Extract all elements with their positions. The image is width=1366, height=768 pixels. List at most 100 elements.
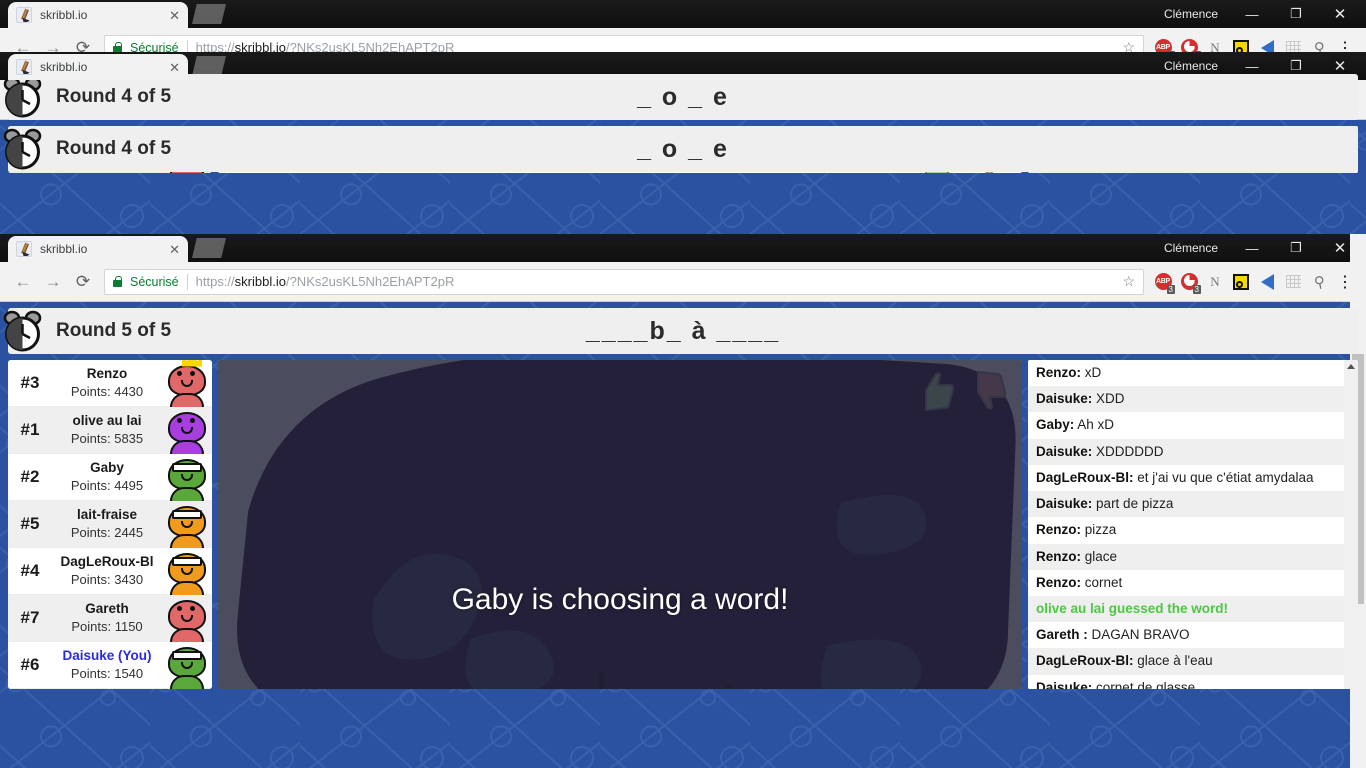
player-name: olive au lai bbox=[72, 413, 142, 429]
grid-extension-icon[interactable] bbox=[1280, 267, 1306, 297]
player-rank: #7 bbox=[20, 608, 40, 627]
chat-scrollbar[interactable] bbox=[1344, 360, 1358, 689]
table-row[interactable]: #2 Gaby Points: 4495 bbox=[8, 454, 212, 501]
player-list: #3 Renzo Points: 4430 #1 olive au lai Po… bbox=[8, 360, 212, 689]
avatar[interactable] bbox=[162, 454, 212, 501]
forward-icon[interactable]: → bbox=[38, 267, 68, 297]
titlebar-front[interactable]: skribbl.io ✕ Clémence — ❐ ✕ bbox=[0, 234, 1366, 262]
round-label: Round 4 of 5 bbox=[56, 138, 172, 159]
new-tab-button[interactable] bbox=[192, 238, 226, 258]
round-label: Round 4 of 5 bbox=[56, 86, 172, 107]
list-item: Daisuke: cornet de glasse bbox=[1028, 674, 1344, 689]
ghostery-icon[interactable]: 3 bbox=[1176, 267, 1202, 297]
browser-window-front[interactable]: skribbl.io ✕ Clémence — ❐ ✕ ← → ⟳ Sécuri… bbox=[0, 234, 1366, 768]
close-tab-icon[interactable]: ✕ bbox=[169, 243, 180, 256]
alarm-clock-icon bbox=[0, 126, 52, 172]
close-tab-icon[interactable]: ✕ bbox=[169, 9, 180, 22]
game-body-front: #3 Renzo Points: 4430 #1 olive au lai Po… bbox=[8, 360, 1358, 689]
titlebar-back[interactable]: skribbl.io ✕ Clémence — ❐ ✕ bbox=[0, 0, 1366, 28]
list-item: DagLeRoux-Bl: glace à l'eau bbox=[1028, 648, 1344, 675]
player-name: Gareth bbox=[85, 601, 129, 617]
chat-panel[interactable]: Renzo: xD Daisuke: XDD Gaby: Ah xD Daisu… bbox=[1028, 360, 1358, 689]
minimize-button[interactable]: — bbox=[1230, 234, 1274, 262]
secure-label: Sécurisé bbox=[130, 274, 179, 289]
table-row[interactable]: #5 lait-fraise Points: 2445 bbox=[8, 501, 212, 548]
list-item: Daisuke: part de pizza bbox=[1028, 491, 1344, 518]
browser-tab[interactable]: skribbl.io ✕ bbox=[8, 54, 188, 80]
player-name: Renzo bbox=[86, 366, 128, 382]
word-hint: ____b_ à ____ bbox=[585, 316, 781, 345]
address-bar[interactable]: Sécurisé https://skribbl.io/?NKs2usKL5Nh… bbox=[104, 268, 1144, 295]
toolbar-front[interactable]: ← → ⟳ Sécurisé https://skribbl.io/?NKs2u… bbox=[0, 262, 1366, 302]
blue-arrow-extension-icon[interactable] bbox=[1254, 267, 1280, 297]
player-points: Points: 1540 bbox=[70, 666, 144, 681]
reload-icon[interactable]: ⟳ bbox=[68, 267, 98, 297]
window-user-label[interactable]: Clémence bbox=[1164, 7, 1218, 21]
minimize-button[interactable]: — bbox=[1230, 0, 1274, 28]
skribbl-favicon-icon bbox=[16, 7, 32, 23]
chat-messages: Renzo: xD Daisuke: XDD Gaby: Ah xD Daisu… bbox=[1028, 360, 1344, 689]
avatar[interactable] bbox=[162, 642, 212, 689]
player-points: Points: 2445 bbox=[70, 525, 144, 540]
player-rank: #2 bbox=[20, 467, 40, 486]
lock-icon bbox=[113, 276, 122, 287]
player-points: Points: 4495 bbox=[70, 478, 144, 493]
list-item: Gaby: Ah xD bbox=[1028, 412, 1344, 439]
notes-extension-icon[interactable]: N bbox=[1202, 267, 1228, 297]
new-tab-button[interactable] bbox=[192, 4, 226, 24]
player-points: Points: 4430 bbox=[70, 384, 144, 399]
avatar[interactable] bbox=[162, 360, 212, 407]
crown-icon bbox=[182, 360, 202, 367]
choosing-word-overlay: Gaby is choosing a word! bbox=[218, 360, 1022, 689]
table-row[interactable]: #7 Gareth Points: 1150 bbox=[8, 595, 212, 642]
list-item: Renzo: pizza bbox=[1028, 517, 1344, 544]
window-user-label[interactable]: Clémence bbox=[1164, 59, 1218, 73]
eyedropper-icon[interactable]: ⚲ bbox=[1306, 267, 1332, 297]
tab-title: skribbl.io bbox=[40, 8, 88, 22]
list-item: Daisuke: XDDDDDD bbox=[1028, 438, 1344, 465]
alarm-clock-icon bbox=[0, 74, 52, 120]
window-user-label[interactable]: Clémence bbox=[1164, 241, 1218, 255]
list-item: olive au lai guessed the word! bbox=[1028, 595, 1344, 623]
player-name: lait-fraise bbox=[76, 507, 138, 523]
player-points: Points: 3430 bbox=[70, 572, 144, 587]
restore-button[interactable]: ❐ bbox=[1274, 0, 1318, 28]
close-window-button[interactable]: ✕ bbox=[1318, 0, 1362, 28]
table-row[interactable]: #4 DagLeRoux-Bl Points: 3430 bbox=[8, 548, 212, 595]
table-row[interactable]: #3 Renzo Points: 4430 bbox=[8, 360, 212, 407]
player-name: Gaby bbox=[90, 460, 124, 476]
list-item: Renzo: xD bbox=[1028, 360, 1344, 387]
skribbl-page-mid: Round 4 of 5 _ o _ e bbox=[0, 120, 1366, 236]
player-rank: #3 bbox=[20, 373, 40, 392]
overlay-text: Gaby is choosing a word! bbox=[451, 582, 789, 616]
restore-button[interactable]: ❐ bbox=[1274, 234, 1318, 262]
divider bbox=[186, 273, 188, 290]
list-item: Daisuke: XDD bbox=[1028, 386, 1344, 413]
player-rank: #1 bbox=[20, 420, 40, 439]
adblock-plus-icon[interactable]: ABP3 bbox=[1150, 267, 1176, 297]
table-row[interactable]: #6 Daisuke (You) Points: 1540 bbox=[8, 642, 212, 689]
browser-tab[interactable]: skribbl.io ✕ bbox=[8, 236, 188, 262]
alarm-clock-icon bbox=[0, 308, 52, 354]
bookmark-star-icon[interactable]: ☆ bbox=[1122, 273, 1135, 290]
avatar[interactable] bbox=[162, 595, 212, 642]
tab-title: skribbl.io bbox=[40, 242, 88, 256]
browser-tab[interactable]: skribbl.io ✕ bbox=[8, 2, 188, 28]
scroll-up-icon[interactable] bbox=[1347, 364, 1355, 369]
list-item: DagLeRoux-Bl: et j'ai vu que c'étiat amy… bbox=[1028, 464, 1344, 492]
skribbl-page-front: Round 5 of 5 ____b_ à ____ #3 Renzo Poin… bbox=[0, 302, 1366, 768]
game-header-front: Round 5 of 5 ____b_ à ____ bbox=[3, 308, 1358, 354]
close-tab-icon[interactable]: ✕ bbox=[169, 61, 180, 74]
avatar[interactable] bbox=[162, 548, 212, 595]
new-tab-button[interactable] bbox=[192, 56, 226, 76]
avatar[interactable] bbox=[162, 501, 212, 548]
avatar[interactable] bbox=[162, 407, 212, 454]
table-row[interactable]: #1 olive au lai Points: 5835 bbox=[8, 407, 212, 454]
url-text: https://skribbl.io/?NKs2usKL5Nh2EhAPT2pR bbox=[195, 274, 455, 289]
player-rank: #6 bbox=[20, 655, 40, 674]
player-points: Points: 5835 bbox=[70, 431, 144, 446]
back-icon[interactable]: ← bbox=[8, 267, 38, 297]
checkmark-extension-icon[interactable] bbox=[1228, 267, 1254, 297]
word-hint: _ o _ e bbox=[637, 82, 729, 111]
drawing-canvas[interactable]: Gaby is choosing a word! bbox=[218, 360, 1022, 689]
